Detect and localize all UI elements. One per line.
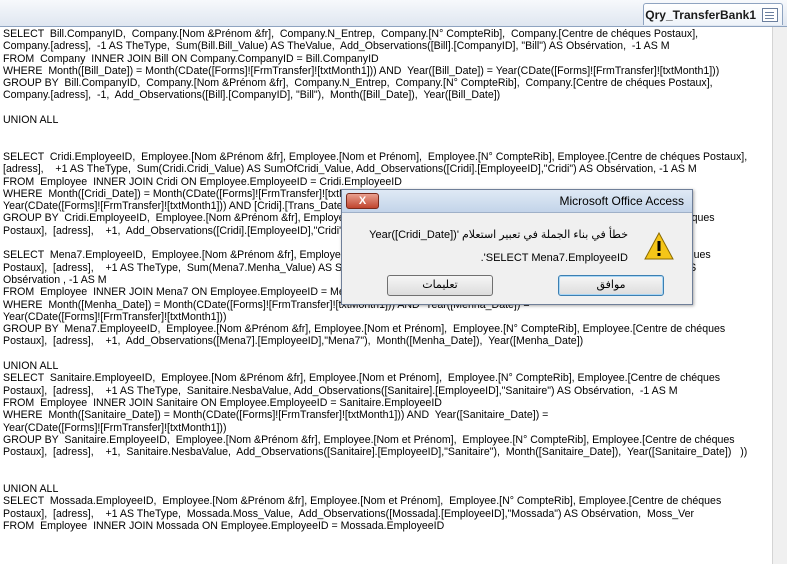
sql-line: UNION ALL	[3, 360, 59, 373]
sql-line: GROUP BY Mena7.EmployeeID, Employee.[Nom…	[3, 323, 726, 336]
error-dialog: X Microsoft Office Access خطأ في بناء ال…	[341, 189, 693, 305]
sql-line: FROM Employee INNER JOIN Sanitaire ON Em…	[3, 396, 442, 409]
query-icon	[762, 7, 778, 22]
sql-line: WHERE Month([Sanitaire_Date]) = Month(CD…	[3, 409, 549, 422]
sql-line	[3, 348, 772, 360]
sql-line	[3, 126, 772, 138]
warning-icon	[644, 232, 674, 260]
sql-line	[3, 139, 772, 151]
sql-line: Postaux], [adress], +1, Add_Observations…	[3, 335, 584, 348]
sql-line: SELECT Mossada.EmployeeID, Employee.[Nom…	[3, 495, 722, 508]
window-titlebar: Qry_TransferBank1	[0, 0, 787, 27]
sql-line: Postaux], [adress], +1 AS TheType, Sanit…	[3, 384, 678, 397]
sql-line: GROUP BY Sanitaire.EmployeeID, Employee.…	[3, 433, 735, 446]
sql-line: Postaux], [adress], +1, Sanitaire.NesbaV…	[3, 446, 748, 459]
sql-line: Year(CDate([Forms]![FrmTransfer]![txtMon…	[3, 310, 227, 323]
dialog-title: Microsoft Office Access	[559, 194, 684, 208]
dialog-titlebar: X Microsoft Office Access	[342, 190, 692, 213]
tab-qry-transferbank1[interactable]: Qry_TransferBank1	[643, 3, 783, 25]
sql-line: Company.[adress], -1, Add_Observations([…	[3, 89, 501, 102]
sql-line	[3, 102, 772, 114]
dialog-message-line2: SELECT Mena7.EmployeeID'.	[480, 252, 628, 264]
sql-line: FROM Employee INNER JOIN Cridi ON Employ…	[3, 175, 402, 188]
sql-line	[3, 458, 772, 470]
sql-line: Year(CDate([Forms]![FrmTransfer]![txtMon…	[3, 421, 227, 434]
sql-line: UNION ALL	[3, 114, 59, 127]
sql-line: [adress], +1 AS TheType, Sum(Cridi.Cridi…	[3, 163, 697, 176]
sql-line: GROUP BY Bill.CompanyID, Company.[Nom &P…	[3, 77, 713, 90]
sql-line: WHERE Month([Bill_Date]) = Month(CDate([…	[3, 64, 720, 77]
sql-line	[3, 471, 772, 483]
sql-line: SELECT Cridi.EmployeeID, Employee.[Nom &…	[3, 150, 748, 163]
sql-line: SELECT Bill.CompanyID, Company.[Nom &Pré…	[3, 28, 699, 40]
vertical-scrollbar[interactable]	[772, 27, 787, 564]
sql-line: FROM Company INNER JOIN Bill ON Company.…	[3, 52, 379, 65]
ok-button[interactable]: موافق	[558, 275, 664, 296]
sql-line: SELECT Sanitaire.EmployeeID, Employee.[N…	[3, 372, 721, 385]
close-button[interactable]: X	[346, 193, 379, 209]
sql-line: UNION ALL	[3, 482, 59, 495]
help-button[interactable]: تعليمات	[387, 275, 493, 296]
tab-title: Qry_TransferBank1	[645, 7, 756, 22]
sql-line: Postaux], [adress], +1 AS TheType, Mossa…	[3, 507, 695, 520]
sql-line: FROM Employee INNER JOIN Mossada ON Empl…	[3, 519, 445, 532]
sql-line: Company.[adress], -1 AS TheType, Sum(Bil…	[3, 40, 670, 53]
dialog-message-line1: خطأ في بناء الجملة في تعبير استعلام 'Yea…	[369, 229, 628, 241]
